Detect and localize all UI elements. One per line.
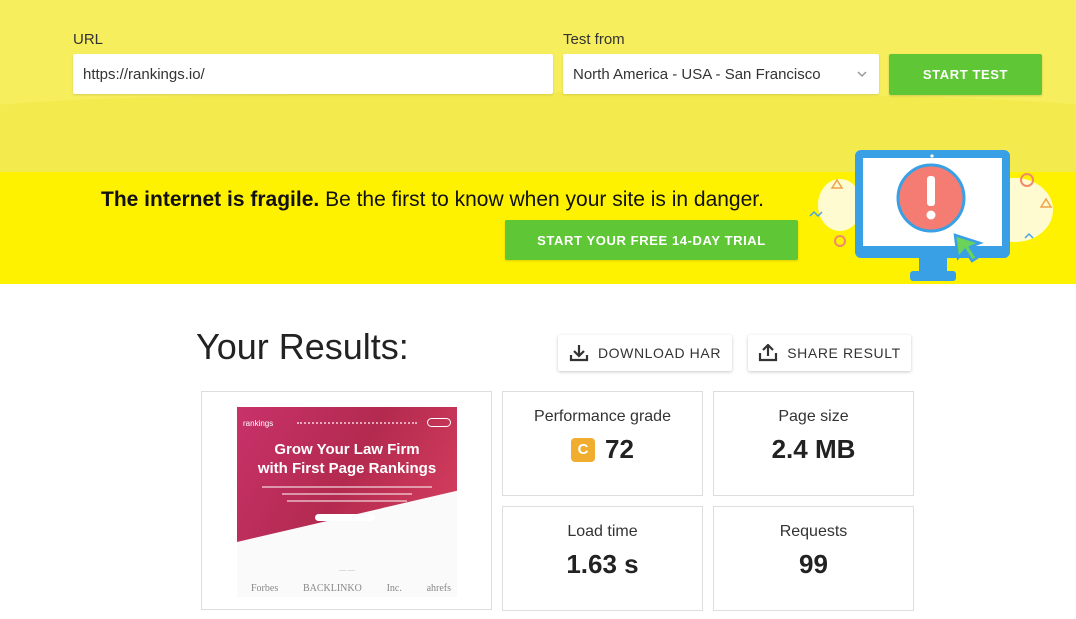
requests-value: 99 xyxy=(799,549,828,579)
screenshot-subtext-line xyxy=(287,500,407,502)
url-label: URL xyxy=(73,31,104,48)
banner-message-rest: Be the first to know when your site is i… xyxy=(325,188,764,211)
screenshot-brand: ahrefs xyxy=(426,583,451,594)
test-from-label: Test from xyxy=(563,31,625,48)
download-har-button[interactable]: DOWNLOAD HAR xyxy=(558,335,732,371)
load-time-label: Load time xyxy=(567,523,638,540)
screenshot-learn-more-button xyxy=(315,514,375,521)
screenshot-headline-1: Grow Your Law Firm xyxy=(274,441,420,458)
screenshot-logo: rankings xyxy=(243,419,274,428)
requests-label: Requests xyxy=(779,523,848,540)
download-har-label: DOWNLOAD HAR xyxy=(597,345,722,361)
chevron-down-icon xyxy=(857,71,867,78)
start-test-button[interactable]: START TEST xyxy=(889,54,1042,95)
grade-badge: C xyxy=(571,437,596,462)
screenshot-brand: Forbes xyxy=(251,583,279,594)
banner-message-bold: The internet is fragile. xyxy=(101,188,320,211)
load-time-card: Load time 1.63 s xyxy=(502,506,703,611)
page-size-label: Page size xyxy=(778,408,849,425)
page-size-value: 2.4 MB xyxy=(771,434,856,464)
share-icon xyxy=(759,344,778,362)
share-result-label: SHARE RESULT xyxy=(787,345,901,361)
free-trial-button[interactable]: START YOUR FREE 14-DAY TRIAL xyxy=(505,220,798,260)
screenshot-seen-on: ── ── xyxy=(339,568,355,574)
requests-card: Requests 99 xyxy=(713,506,914,611)
performance-score: 72 xyxy=(605,434,634,464)
page-screenshot-card: rankings Grow Your Law Firm with First P… xyxy=(201,391,492,610)
performance-grade-card: Performance grade C 72 xyxy=(502,391,703,496)
download-icon xyxy=(569,345,589,362)
url-input[interactable]: https://rankings.io/ xyxy=(73,54,553,94)
test-from-value: North America - USA - San Francisco xyxy=(573,65,821,83)
load-time-value: 1.63 s xyxy=(566,549,639,579)
screenshot-brands: Forbes BACKLINKO Inc. ahrefs xyxy=(251,583,451,594)
screenshot-nav xyxy=(297,422,417,425)
performance-grade-label: Performance grade xyxy=(534,408,671,425)
screenshot-brand: BACKLINKO xyxy=(302,583,362,594)
screenshot-headline-2: with First Page Rankings xyxy=(257,460,437,477)
screenshot-brand: Inc. xyxy=(386,583,402,594)
page-size-card: Page size 2.4 MB xyxy=(713,391,914,496)
share-result-button[interactable]: SHARE RESULT xyxy=(748,335,911,371)
test-from-select[interactable]: North America - USA - San Francisco xyxy=(563,54,879,94)
screenshot-contact-button xyxy=(427,418,451,427)
page-screenshot: rankings Grow Your Law Firm with First P… xyxy=(237,407,457,597)
results-title: Your Results: xyxy=(196,326,409,367)
screenshot-subtext-line xyxy=(262,486,432,488)
performance-grade-value: C 72 xyxy=(503,434,702,465)
monitor-alert-illustration xyxy=(809,150,1053,281)
banner-message: The internet is fragile. Be the first to… xyxy=(101,188,764,212)
screenshot-subtext-line xyxy=(282,493,412,495)
